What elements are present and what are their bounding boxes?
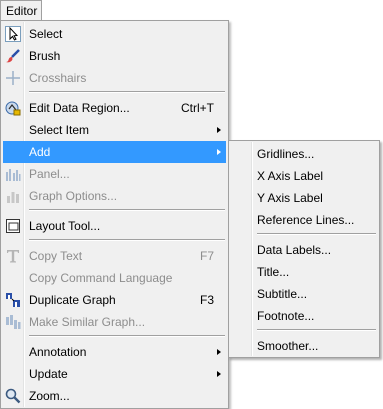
menu-item-label: Graph Options... [29,189,118,203]
menu-item-annotation[interactable]: Annotation [3,341,226,363]
graph-options-icon [5,188,21,204]
menu-separator [257,329,376,331]
submenu-item-y-axis-label[interactable]: Y Axis Label [231,187,377,209]
menu-item-label: Smoother... [257,339,319,353]
menu-item-label: Make Similar Graph... [29,315,146,329]
submenu-arrow-icon [217,149,221,155]
menu-separator [29,209,225,211]
menu-item-label: Panel... [29,167,70,181]
menu-item-label: Title... [257,265,290,279]
editor-dropdown-menu: Select Brush Crosshairs Edit Data Region… [0,20,229,409]
menu-item-layout-tool[interactable]: Layout Tool... [3,215,226,237]
menu-item-label: Subtitle... [257,287,308,301]
menu-item-select-item[interactable]: Select Item [3,119,226,141]
submenu-item-smoother[interactable]: Smoother... [231,335,377,357]
editor-menu[interactable]: Editor [0,0,42,21]
menu-item-label: Data Labels... [257,243,332,257]
menu-item-label: Select Item [29,123,90,137]
copy-text-icon [5,248,21,264]
menu-item-duplicate-graph[interactable]: Duplicate Graph F3 [3,289,226,311]
menu-item-add[interactable]: Add [3,141,226,163]
menu-separator [257,233,376,235]
menu-item-edit-data-region[interactable]: Edit Data Region... Ctrl+T [3,97,226,119]
submenu-item-gridlines[interactable]: Gridlines... [231,143,377,165]
menu-item-panel[interactable]: Panel... [3,163,226,185]
shortcut-text: Ctrl+T [181,101,214,115]
menu-item-label: Brush [29,49,61,63]
submenu-item-reference-lines[interactable]: Reference Lines... [231,209,377,231]
menu-item-update[interactable]: Update [3,363,226,385]
menubar: Editor [0,0,383,21]
menu-item-label: Copy Text [29,249,83,263]
submenu-arrow-icon [217,127,221,133]
menu-item-crosshairs[interactable]: Crosshairs [3,67,226,89]
panel-icon [5,166,21,182]
shortcut-text: F7 [199,249,214,263]
menu-item-label: Copy Command Language [29,271,173,285]
menu-item-graph-options[interactable]: Graph Options... [3,185,226,207]
zoom-magnifier-icon [5,388,21,404]
menu-item-label: Gridlines... [257,147,315,161]
submenu-arrow-icon [217,349,221,355]
edit-data-region-icon [5,100,21,116]
menu-item-select[interactable]: Select [3,23,226,45]
menu-item-label: Footnote... [257,309,315,323]
brush-icon [5,48,21,64]
submenu-item-subtitle[interactable]: Subtitle... [231,283,377,305]
menu-item-label: Reference Lines... [257,213,355,227]
menu-item-label: Crosshairs [29,71,87,85]
menu-item-label: Layout Tool... [29,219,101,233]
menu-item-label: Annotation [29,345,87,359]
duplicate-graph-icon [5,292,21,308]
submenu-item-footnote[interactable]: Footnote... [231,305,377,327]
menu-item-label: Update [29,367,68,381]
submenu-item-title[interactable]: Title... [231,261,377,283]
menu-separator [29,239,225,241]
menu-item-label: Select [29,27,63,41]
menu-item-label: X Axis Label [257,169,324,183]
menu-item-make-similar-graph[interactable]: Make Similar Graph... [3,311,226,333]
menu-separator [29,91,225,93]
layout-tool-icon [5,218,21,234]
menu-item-label: Duplicate Graph [29,293,116,307]
menu-item-label: Add [29,145,51,159]
menu-item-brush[interactable]: Brush [3,45,226,67]
shortcut-text: F3 [199,293,214,307]
submenu-item-x-axis-label[interactable]: X Axis Label [231,165,377,187]
submenu-arrow-icon [217,371,221,377]
menu-item-label: Y Axis Label [257,191,323,205]
submenu-item-data-labels[interactable]: Data Labels... [231,239,377,261]
select-pointer-icon [5,26,21,42]
menu-item-label: Edit Data Region... [29,101,130,115]
crosshairs-icon [5,70,21,86]
menu-item-copy-command-language[interactable]: Copy Command Language [3,267,226,289]
menu-item-label: Zoom... [29,389,70,403]
make-similar-graph-icon [5,314,21,330]
menu-item-zoom[interactable]: Zoom... [3,385,226,407]
add-submenu: Gridlines... X Axis Label Y Axis Label R… [228,140,380,358]
menu-separator [29,335,225,337]
menu-item-copy-text[interactable]: Copy Text F7 [3,245,226,267]
